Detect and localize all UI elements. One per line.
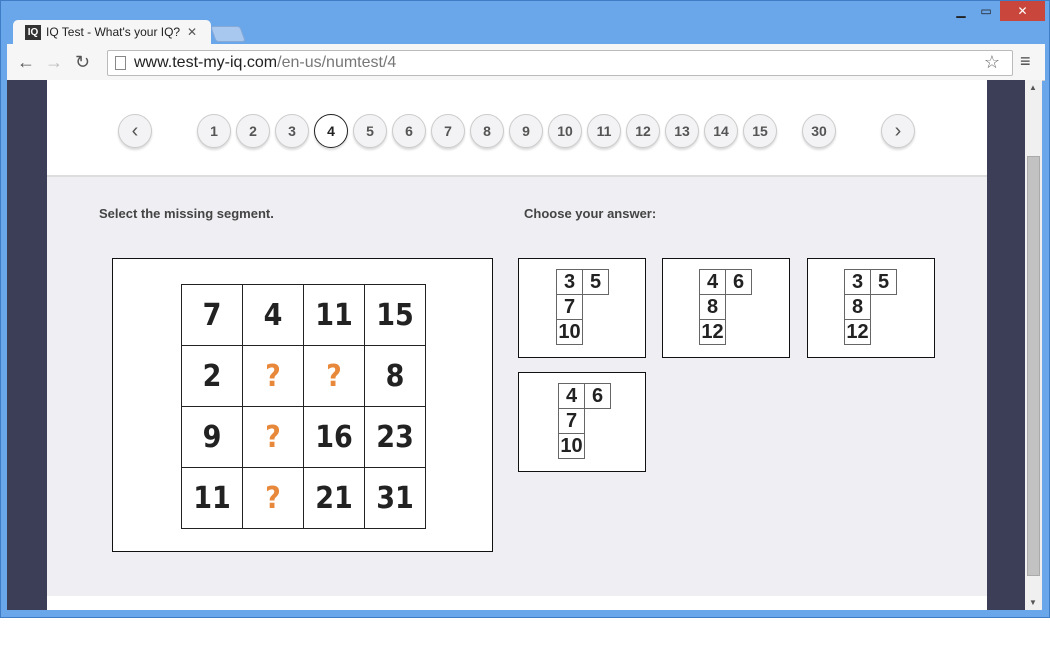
grid-row: 2?? 8 xyxy=(181,345,426,407)
answer-option-4[interactable]: 46 7 10 xyxy=(518,372,646,472)
scroll-down-icon[interactable]: ▼ xyxy=(1029,598,1037,607)
grid-row: 7 4 11 15 xyxy=(181,284,426,346)
background-right xyxy=(987,80,1025,610)
answer-option-3[interactable]: 35 8 12 xyxy=(807,258,935,358)
background-left xyxy=(7,80,47,610)
scroll-up-icon[interactable]: ▲ xyxy=(1029,83,1037,92)
answer-segment: 46 7 10 xyxy=(558,383,611,459)
segment-cell: 3 xyxy=(844,269,871,295)
back-icon[interactable]: ← xyxy=(17,52,35,73)
page-button-1[interactable]: 1 xyxy=(197,114,231,148)
segment-cell: 4 xyxy=(699,269,726,295)
missing-cell: ? xyxy=(242,406,304,468)
grid-cell: 23 xyxy=(364,406,426,468)
browser-toolbar: ← → ↻ www.test-my-iq.com/en-us/numtest/4… xyxy=(7,44,1045,81)
maximize-button[interactable]: ▭ xyxy=(973,1,999,21)
grid-cell: 15 xyxy=(364,284,426,346)
segment-cell: 3 xyxy=(556,269,583,295)
minimize-button[interactable]: ▁ xyxy=(948,1,974,21)
segment-cell: 12 xyxy=(844,319,871,345)
segment-cell: 8 xyxy=(844,294,871,320)
tab-close-icon[interactable]: ✕ xyxy=(187,25,197,39)
missing-cell: ? xyxy=(242,345,304,407)
page-button-7[interactable]: 7 xyxy=(431,114,465,148)
question-pager: ‹ 30 › 1 2 3 4 5 6 7 8 9 10 11 12 13 14 15 xyxy=(47,80,987,177)
answer-prompt: Choose your answer: xyxy=(524,206,657,221)
segment-cell: 12 xyxy=(699,319,726,345)
new-tab-button[interactable] xyxy=(210,26,246,42)
missing-cell: ? xyxy=(242,467,304,529)
missing-cell: ? xyxy=(303,345,365,407)
segment-cell: 10 xyxy=(556,319,583,345)
url-host: www.test-my-iq.com xyxy=(134,54,278,71)
close-window-button[interactable]: ✕ xyxy=(1000,1,1045,21)
number-grid: 7 4 11 15 2?? 8 9? 16 23 11? 21 31 xyxy=(181,284,426,529)
tab-title: IQ Test - What's your IQ? xyxy=(46,25,181,39)
page-button-4[interactable]: 4 xyxy=(314,114,348,148)
answer-option-2[interactable]: 46 8 12 xyxy=(662,258,790,358)
page-footer xyxy=(47,596,987,610)
answer-segment: 35 7 10 xyxy=(556,269,609,345)
scrollbar-thumb[interactable] xyxy=(1027,156,1040,576)
grid-row: 9? 16 23 xyxy=(181,406,426,468)
page-button-11[interactable]: 11 xyxy=(587,114,621,148)
forward-icon[interactable]: → xyxy=(45,52,63,73)
next-question-button[interactable]: › xyxy=(881,114,915,148)
address-bar[interactable]: www.test-my-iq.com/en-us/numtest/4 ☆ xyxy=(107,50,1013,76)
segment-cell: 4 xyxy=(558,383,585,409)
scrollbar[interactable]: ▲ ▼ xyxy=(1025,80,1042,610)
answer-option-1[interactable]: 35 7 10 xyxy=(518,258,646,358)
segment-cell: 5 xyxy=(582,269,609,295)
grid-cell: 2 xyxy=(181,345,243,407)
segment-cell: 7 xyxy=(556,294,583,320)
page-button-5[interactable]: 5 xyxy=(353,114,387,148)
prev-question-button[interactable]: ‹ xyxy=(118,114,152,148)
browser-tab[interactable]: IQ IQ Test - What's your IQ? ✕ xyxy=(13,20,211,44)
page-button-15[interactable]: 15 xyxy=(743,114,777,148)
page-icon xyxy=(115,56,126,70)
page-button-2[interactable]: 2 xyxy=(236,114,270,148)
grid-cell: 7 xyxy=(181,284,243,346)
bookmark-star-icon[interactable]: ☆ xyxy=(984,52,1000,73)
grid-cell: 4 xyxy=(242,284,304,346)
answer-segment: 35 8 12 xyxy=(844,269,897,345)
page-button-6[interactable]: 6 xyxy=(392,114,426,148)
page-button-3[interactable]: 3 xyxy=(275,114,309,148)
url-path: /en-us/numtest/4 xyxy=(277,54,397,71)
menu-icon[interactable]: ≡ xyxy=(1020,51,1031,72)
page-button-14[interactable]: 14 xyxy=(704,114,738,148)
reload-icon[interactable]: ↻ xyxy=(75,52,90,73)
grid-row: 11? 21 31 xyxy=(181,467,426,529)
segment-cell: 8 xyxy=(699,294,726,320)
grid-cell: 21 xyxy=(303,467,365,529)
segment-cell: 5 xyxy=(870,269,897,295)
grid-cell: 11 xyxy=(181,467,243,529)
segment-cell: 6 xyxy=(584,383,611,409)
site-logo-icon: IQ xyxy=(25,24,41,40)
page-button-13[interactable]: 13 xyxy=(665,114,699,148)
puzzle-box: 7 4 11 15 2?? 8 9? 16 23 11? 21 31 xyxy=(112,258,493,552)
page-button-last[interactable]: 30 xyxy=(802,114,836,148)
segment-cell: 7 xyxy=(558,408,585,434)
segment-cell: 10 xyxy=(558,433,585,459)
grid-cell: 16 xyxy=(303,406,365,468)
page-button-10[interactable]: 10 xyxy=(548,114,582,148)
page-button-8[interactable]: 8 xyxy=(470,114,504,148)
answer-segment: 46 8 12 xyxy=(699,269,752,345)
question-prompt: Select the missing segment. xyxy=(99,206,274,221)
page-button-9[interactable]: 9 xyxy=(509,114,543,148)
grid-cell: 31 xyxy=(364,467,426,529)
grid-cell: 9 xyxy=(181,406,243,468)
grid-cell: 11 xyxy=(303,284,365,346)
test-page: ‹ 30 › 1 2 3 4 5 6 7 8 9 10 11 12 13 14 15 Select the … xyxy=(47,80,987,610)
page-button-12[interactable]: 12 xyxy=(626,114,660,148)
segment-cell: 6 xyxy=(725,269,752,295)
grid-cell: 8 xyxy=(364,345,426,407)
